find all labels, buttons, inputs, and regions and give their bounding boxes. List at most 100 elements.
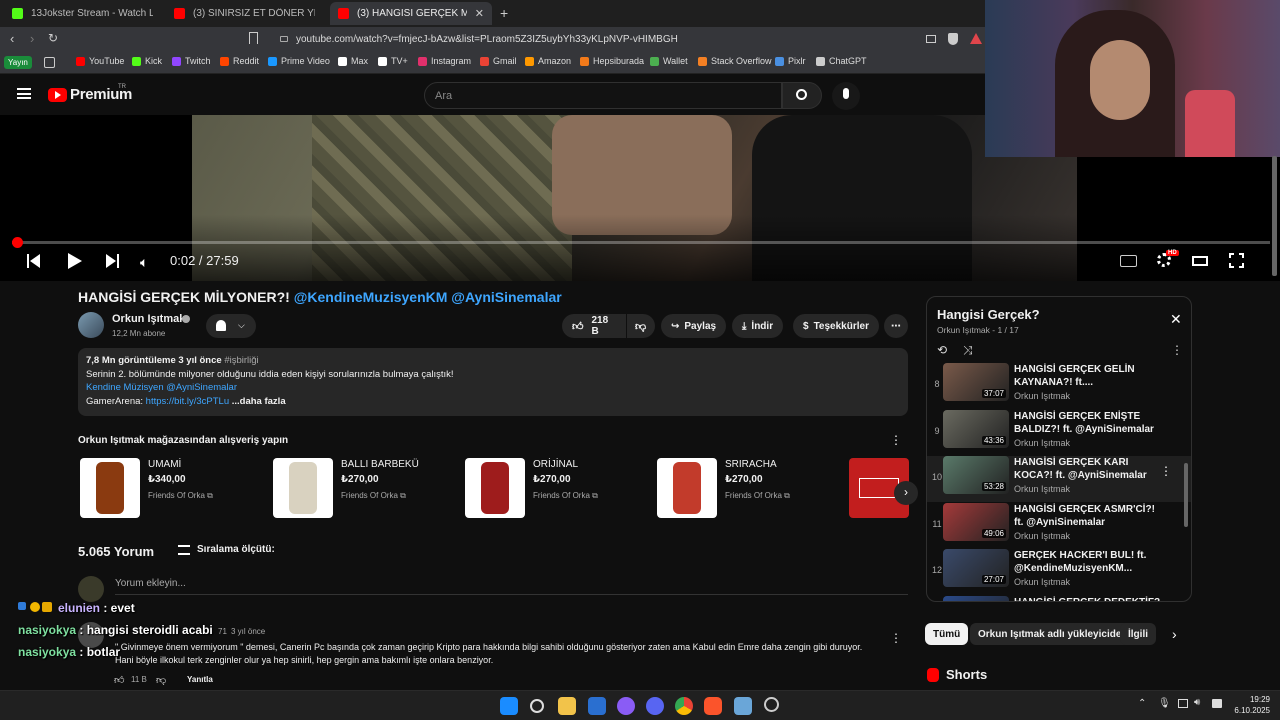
add-comment-input[interactable]: Yorum ekleyin... (115, 578, 186, 589)
new-tab-icon[interactable]: + (500, 5, 508, 21)
bookmark-twitch[interactable]: Twitch (172, 56, 211, 66)
playlist-item[interactable]: HANGİSİ GERÇEK DEDEKTİF? (927, 595, 1191, 601)
bookmark-stack-overflow[interactable]: Stack Overflow (698, 56, 772, 66)
thanks-button[interactable]: $ Teşekkürler (793, 314, 879, 338)
chrome-icon[interactable] (675, 697, 693, 715)
youtube-logo-icon[interactable] (48, 88, 67, 102)
shop-item[interactable]: UMAMİ ₺340,00 Friends Of Orka ⧉ (80, 458, 265, 518)
app-icon[interactable] (734, 697, 752, 715)
comment-more-icon[interactable]: ⋮ (890, 631, 902, 645)
sort-label[interactable]: Sıralama ölçütü: (197, 544, 275, 555)
play-button[interactable] (68, 253, 82, 269)
forward-icon[interactable]: › (30, 31, 34, 46)
bookmark-wallet[interactable]: Wallet (650, 56, 688, 66)
download-button[interactable]: ⤓ İndir (732, 314, 784, 338)
bookmark-instagram[interactable]: Instagram (418, 56, 471, 66)
item-more-icon[interactable]: ⋮ (1160, 464, 1172, 478)
bookmark-youtube[interactable]: YouTube (76, 56, 124, 66)
speaker-icon[interactable]: 🔊︎ (1194, 697, 1200, 708)
bookmark-prime-video[interactable]: Prime Video (268, 56, 330, 66)
subscribed-bell-button[interactable]: ⌵ (206, 314, 256, 338)
bookmark-reddit[interactable]: Reddit (220, 56, 259, 66)
brave-browser-icon[interactable] (704, 697, 722, 715)
bookmark-page-icon[interactable] (249, 32, 258, 44)
shop-item[interactable]: SRIRACHA ₺270,00 Friends Of Orka ⧉ (657, 458, 842, 518)
loop-icon[interactable]: ⟲ (937, 343, 947, 357)
filter-chip[interactable]: İlgili (1120, 623, 1156, 645)
playlist-item[interactable]: 11 49:06 HANGİSİ GERÇEK ASMR'Cİ?! ft. @Ayn… (927, 502, 1191, 549)
page-scrollbar[interactable] (1272, 156, 1277, 276)
bookmark-kick[interactable]: Kick (132, 56, 162, 66)
share-button[interactable]: ↪ Paylaş (661, 314, 727, 338)
description-box[interactable]: 7,8 Mn görüntüleme 3 yıl önce #işbirliği… (78, 348, 908, 416)
bookmark-pixlr[interactable]: Pixlr (775, 56, 806, 66)
search-icon[interactable] (530, 699, 544, 713)
bookmark-gmail[interactable]: Gmail (480, 56, 517, 66)
tray-chevron-icon[interactable]: ⌃ (1138, 698, 1146, 709)
browser-tab-doner[interactable]: (3) SINIRSIZ ET DÖNER YEDİK! @FIR (166, 2, 328, 25)
more-actions-button[interactable]: ⋯ (884, 314, 908, 338)
discord-icon[interactable] (646, 697, 664, 715)
bookmark-chatgpt[interactable]: ChatGPT (816, 56, 867, 66)
shield-icon[interactable] (948, 33, 958, 45)
url-field[interactable]: youtube.com/watch?v=fmjecJ-bAzw&list=PLr… (270, 31, 970, 49)
browser-tab-kick[interactable]: 13Jokster Stream - Watch Live on Kic (4, 2, 166, 25)
site-info-icon[interactable] (280, 36, 288, 42)
shop-item[interactable]: BALLI BARBEKÜ ₺270,00 Friends Of Orka ⧉ (273, 458, 458, 518)
chips-next-icon[interactable]: › (1172, 626, 1177, 642)
playlist-scrollbar[interactable] (1182, 363, 1190, 601)
playlist-item[interactable]: 12 27:07 GERÇEK HACKER'I BUL! ft. @Kendine… (927, 549, 1191, 595)
playlist-item[interactable]: 10 53:28 HANGİSİ GERÇEK KARI KOCA?! ft. @A… (927, 456, 1191, 502)
rewards-icon[interactable] (970, 33, 982, 44)
channel-avatar[interactable] (78, 312, 104, 338)
hashtag[interactable]: #işbirliği (224, 355, 258, 366)
profile-badge[interactable]: Yayın (4, 56, 32, 69)
network-icon[interactable] (1178, 699, 1188, 708)
store-icon[interactable] (588, 697, 606, 715)
subtitles-icon[interactable] (1120, 255, 1137, 267)
clock-time[interactable]: 19:29 (1232, 695, 1270, 704)
close-tab-icon[interactable]: ✕ (475, 7, 484, 20)
browser-tab-milyoner[interactable]: (3) HANGİSİ GERÇEK MİLYONER? ✕ (330, 2, 492, 25)
show-more-link[interactable]: ...daha fazla (232, 396, 286, 407)
description-link[interactable]: Kendine Müzisyen @AyniSinemalar (86, 381, 900, 395)
next-button[interactable] (106, 254, 120, 268)
battery-icon[interactable] (1212, 699, 1222, 708)
playlist-item[interactable]: 9 43:36 HANGİSİ GERÇEK ENİŞTE BALDIZ?! ft.… (927, 409, 1191, 456)
theater-mode-icon[interactable] (1192, 256, 1208, 266)
bookmark-max[interactable]: Max (338, 56, 368, 66)
app-icon[interactable] (617, 697, 635, 715)
shuffle-icon[interactable]: ⤨ (963, 343, 973, 358)
search-button[interactable] (782, 82, 822, 109)
back-icon[interactable]: ‹ (10, 31, 14, 46)
reply-button[interactable]: Yanıtla (187, 675, 213, 684)
apps-grid-icon[interactable] (44, 57, 55, 68)
comment-like-icon[interactable]: 👍︎ (114, 674, 124, 686)
menu-icon[interactable] (17, 88, 31, 99)
bookmark-tv-[interactable]: TV+ (378, 56, 408, 66)
microphone-icon[interactable]: 🎙︎ (1158, 698, 1171, 709)
obs-icon[interactable] (764, 697, 779, 712)
shop-more-icon[interactable]: ⋮ (890, 433, 902, 447)
video-title-mention[interactable]: @AyniSinemalar (451, 289, 561, 305)
close-icon[interactable]: ✕ (1170, 311, 1182, 328)
bookmark-hepsiburada[interactable]: Hepsiburada (580, 56, 644, 66)
progress-bar[interactable] (12, 241, 1270, 244)
cast-icon[interactable] (926, 35, 936, 43)
bookmark-amazon[interactable]: Amazon (525, 56, 571, 66)
voice-search-button[interactable] (832, 82, 860, 110)
filter-chip[interactable]: Tümü (925, 623, 969, 645)
sort-icon[interactable] (178, 545, 190, 555)
scrubber-handle[interactable] (12, 237, 23, 248)
filter-chip[interactable]: Orkun Işıtmak adlı yükleyiciden (970, 623, 1136, 645)
file-explorer-icon[interactable] (558, 697, 576, 715)
like-button[interactable]: 👍︎ 218 B (562, 314, 626, 338)
reload-icon[interactable]: ↻ (48, 31, 58, 45)
video-title-mention[interactable]: @KendineMuzisyenKM (294, 289, 448, 305)
comment-dislike-icon[interactable]: 👎︎ (156, 674, 166, 686)
playlist-more-icon[interactable]: ⋮ (1171, 343, 1183, 357)
fullscreen-icon[interactable] (1228, 252, 1247, 271)
start-windows-icon[interactable] (500, 697, 518, 715)
volume-icon[interactable]: 🔈︎ (140, 254, 148, 271)
shop-next-button[interactable]: › (894, 481, 918, 505)
